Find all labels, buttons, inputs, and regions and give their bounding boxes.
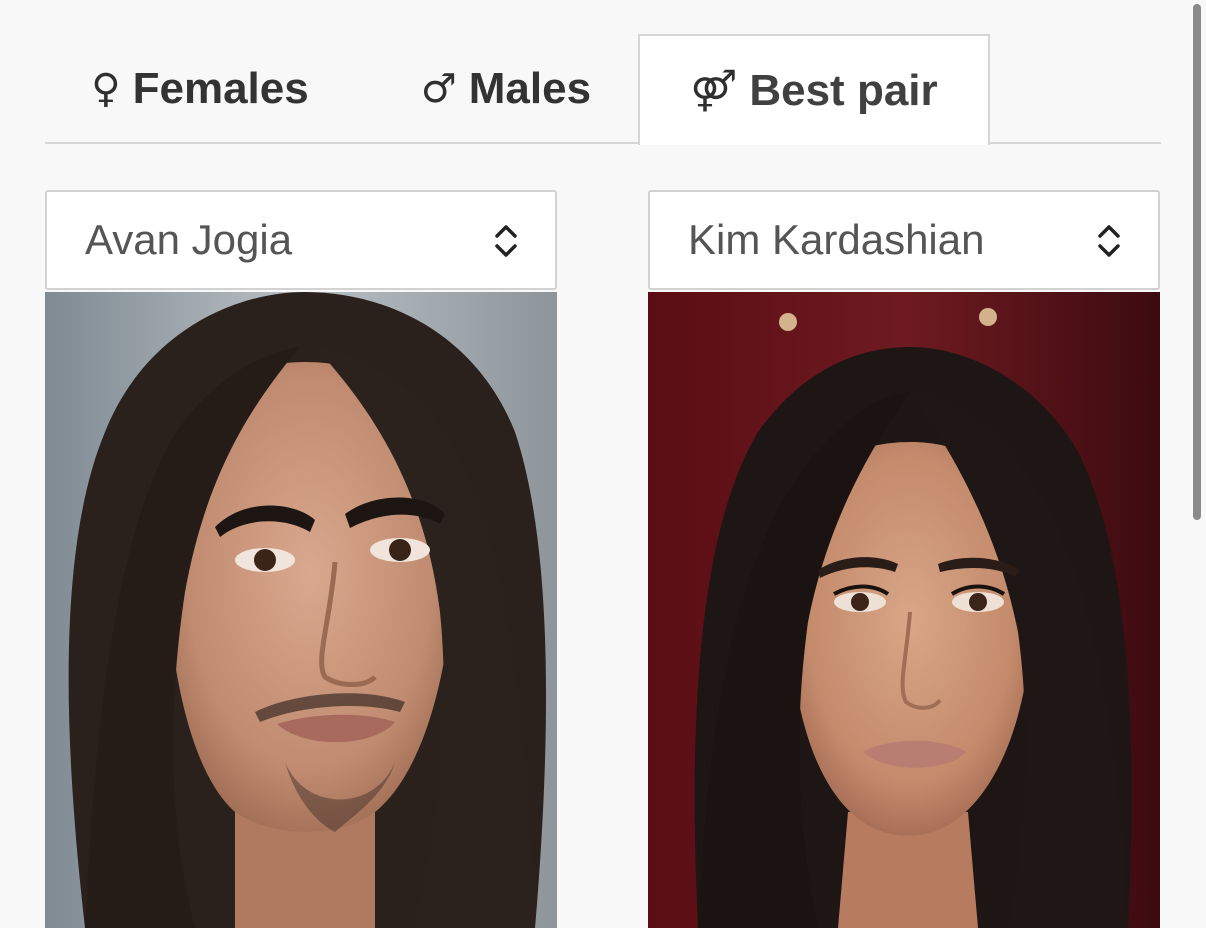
tab-best-pair-label: Best pair xyxy=(749,65,938,115)
page-scrollbar[interactable] xyxy=(1188,0,1206,928)
male-person-select[interactable]: Avan Jogia xyxy=(45,190,557,290)
tab-males-label: Males xyxy=(468,64,592,113)
male-portrait-photo xyxy=(45,292,557,928)
female-portrait-photo xyxy=(648,292,1160,928)
gender-tabs: ♀ Females ♂ Males ⚤ Best pair xyxy=(45,34,1161,145)
female-person-select[interactable]: Kim Kardashian xyxy=(648,190,1160,290)
tab-best-pair[interactable]: ⚤ Best pair xyxy=(638,34,990,145)
page: ♀ Females ♂ Males ⚤ Best pair Avan Jogia… xyxy=(0,0,1206,928)
scrollbar-thumb[interactable] xyxy=(1193,4,1201,520)
tab-females[interactable]: ♀ Females xyxy=(45,34,355,144)
male-person-select-value: Avan Jogia xyxy=(85,216,293,263)
female-person-select-value: Kim Kardashian xyxy=(688,216,985,263)
tab-males[interactable]: ♂ Males xyxy=(375,34,637,144)
select-chevron-icon xyxy=(1098,225,1120,257)
female-symbol-icon: ♀ xyxy=(91,66,121,112)
pair-symbol-icon: ⚤ xyxy=(690,67,738,114)
tab-females-label: Females xyxy=(132,64,309,113)
male-symbol-icon: ♂ xyxy=(420,66,457,112)
select-chevron-icon xyxy=(495,225,517,257)
